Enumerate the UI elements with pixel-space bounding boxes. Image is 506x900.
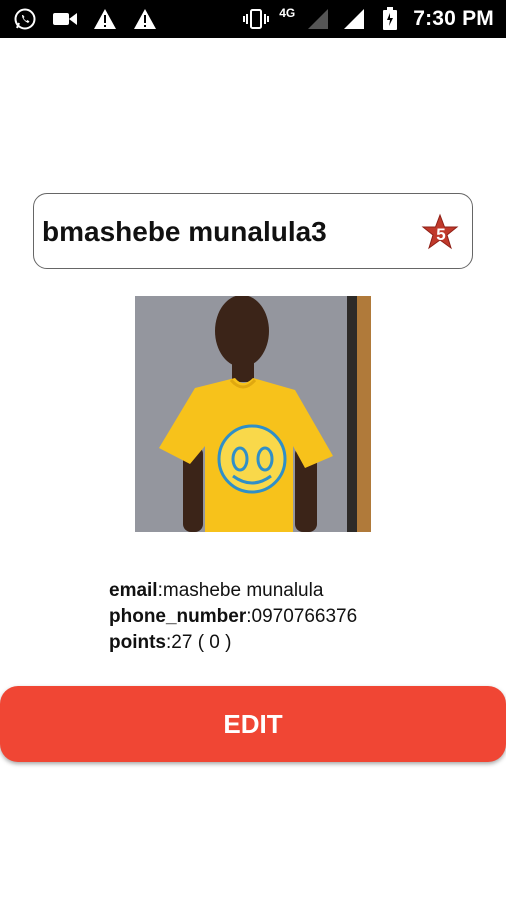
phone-value: :0970766376 <box>246 606 358 627</box>
clock: 7:30 PM <box>413 7 494 30</box>
profile-photo[interactable] <box>135 296 371 532</box>
email-label: email <box>109 580 158 601</box>
email-row: email:mashebe munalula <box>109 578 357 604</box>
phone-label: phone_number <box>109 606 247 627</box>
system-icons: 4G 7:30 PM <box>243 6 494 32</box>
profile-info: email:mashebe munalula phone_number:0970… <box>109 578 357 656</box>
vibrate-icon <box>243 6 270 32</box>
battery-icon <box>377 6 403 32</box>
rank-star-badge: 5 <box>420 212 460 252</box>
email-value: :mashebe munalula <box>157 580 324 601</box>
points-value: :27 ( 0 ) <box>166 632 232 653</box>
username: bmashebe munalula3 <box>42 216 327 247</box>
rank-number: 5 <box>436 225 445 244</box>
notification-icons <box>12 6 158 32</box>
phone-row: phone_number:0970766376 <box>109 604 357 630</box>
status-bar: 4G 7:30 PM <box>0 0 506 38</box>
edit-button[interactable]: EDIT <box>0 686 506 762</box>
network-type: 4G <box>279 6 296 20</box>
signal-icon <box>341 6 367 32</box>
points-row: points:27 ( 0 ) <box>109 630 357 656</box>
warning-icon <box>132 6 158 32</box>
signal-icon <box>305 6 331 32</box>
points-label: points <box>109 632 166 653</box>
warning-icon <box>92 6 118 32</box>
video-camera-icon <box>52 6 78 32</box>
username-card: bmashebe munalula3 5 <box>33 193 473 269</box>
whatsapp-icon <box>12 6 38 32</box>
